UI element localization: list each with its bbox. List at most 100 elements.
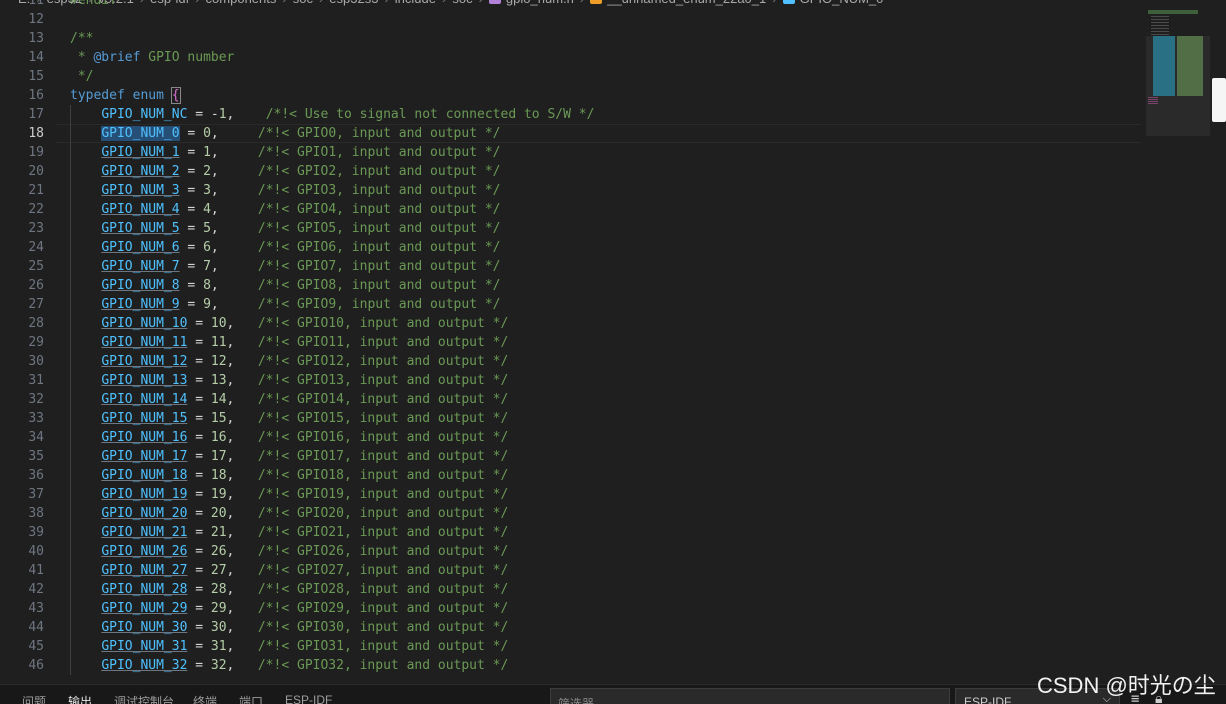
minimap-line [1151,31,1169,32]
code-line[interactable]: GPIO_NUM_15 = 15, /*!< GPIO15, input and… [70,409,508,428]
code-line[interactable]: GPIO_NUM_5 = 5, /*!< GPIO5, input and ou… [70,219,500,238]
tab-debug-console[interactable]: 调试控制台 [114,693,174,704]
code-token: , [210,240,258,255]
breadcrumb-item[interactable]: E: [18,0,30,6]
code-comment: /*!< Use to signal not connected to S/W … [265,107,595,122]
enum-member: GPIO_NUM_29 [101,601,188,616]
code-token: , [226,373,258,388]
line-number: 36 [28,468,44,483]
output-filter-input[interactable]: 筛选器 [550,688,950,704]
breadcrumb-item[interactable]: v5.2.1 [98,0,133,6]
code-token: 19 [210,487,227,502]
breadcrumb-item[interactable]: soc [452,0,472,6]
code-line[interactable]: GPIO_NUM_28 = 28, /*!< GPIO28, input and… [70,580,508,599]
code-line[interactable]: GPIO_NUM_2 = 2, /*!< GPIO2, input and ou… [70,162,500,181]
code-line[interactable]: * @brief GPIO number [70,48,235,67]
code-line[interactable]: typedef enum { [70,86,181,105]
breadcrumb-item[interactable]: soc [293,0,313,6]
code-line[interactable]: /** [70,29,93,48]
code-token: 17 [210,449,227,464]
breadcrumb-item[interactable]: esp-idf [150,0,189,6]
code-line[interactable]: GPIO_NUM_30 = 30, /*!< GPIO30, input and… [70,618,508,637]
code-line[interactable]: GPIO_NUM_13 = 13, /*!< GPIO13, input and… [70,371,508,390]
code-token: , [210,202,258,217]
enum-member: GPIO_NUM_30 [101,620,188,635]
line-number: 41 [28,563,44,578]
code-token: 15 [210,411,227,426]
enum-member: GPIO_NUM_31 [101,639,188,654]
code-line[interactable]: GPIO_NUM_4 = 4, /*!< GPIO4, input and ou… [70,200,500,219]
breadcrumb-item[interactable]: __unnamed_enum_22a0_1 [607,0,766,6]
code-line[interactable]: GPIO_NUM_27 = 27, /*!< GPIO27, input and… [70,561,508,580]
tab-problems[interactable]: 问题 [22,693,46,704]
code-line[interactable]: GPIO_NUM_1 = 1, /*!< GPIO1, input and ou… [70,143,500,162]
breadcrumb-item[interactable]: esp32 [47,0,82,6]
code-editor[interactable]: 11 12 13 14 15 16 17 18 19 20 21 22 23 24 25 26 27 28 29 30… [0,0,1145,684]
code-line[interactable]: */ [70,67,94,86]
code-line[interactable]: GPIO_NUM_9 = 9, /*!< GPIO9, input and ou… [70,295,500,314]
code-line[interactable]: GPIO_NUM_19 = 19, /*!< GPIO19, input and… [70,485,508,504]
breadcrumb-item[interactable]: GPIO_NUM_0 [800,0,884,6]
code-line[interactable]: GPIO_NUM_21 = 21, /*!< GPIO21, input and… [70,523,508,542]
code-line[interactable]: GPIO_NUM_11 = 11, /*!< GPIO11, input and… [70,333,508,352]
code-line[interactable]: GPIO_NUM_10 = 10, /*!< GPIO10, input and… [70,314,508,333]
code-line[interactable]: GPIO_NUM_8 = 8, /*!< GPIO8, input and ou… [70,276,500,295]
enum-member: GPIO_NUM_5 [101,221,180,236]
breadcrumb[interactable]: E: › esp32 › v5.2.1 › esp-idf › components › soc › e… [0,0,1140,9]
enum-member: GPIO_NUM_0 [101,126,180,141]
code-token: = [179,164,204,179]
code-line[interactable]: GPIO_NUM_3 = 3, /*!< GPIO3, input and ou… [70,181,500,200]
tab-output[interactable]: 输出 [68,693,92,704]
code-token: 1 [218,107,227,122]
code-comment: /** [70,31,94,46]
enum-member: GPIO_NUM_6 [101,240,180,255]
code-token: , [226,601,258,616]
code-token: , [226,506,258,521]
enum-member: GPIO_NUM_12 [101,354,188,369]
code-token: 10 [210,316,227,331]
minimap-slider[interactable] [1146,36,1210,136]
code-token: = [187,316,211,331]
code-line[interactable]: GPIO_NUM_NC = -1, /*!< Use to signal not… [70,105,594,124]
code-token: 14 [210,392,227,407]
breadcrumb-item[interactable]: gpio_num.h [506,0,574,6]
code-token: 8 [203,278,211,293]
line-number: 34 [28,430,44,445]
breadcrumb-item[interactable]: include [395,0,436,6]
enum-member: GPIO_NUM_18 [101,468,188,483]
code-token: = [187,620,211,635]
code-token: , [226,658,258,673]
code-line[interactable]: GPIO_NUM_32 = 32, /*!< GPIO32, input and… [70,656,508,675]
code-line[interactable]: GPIO_NUM_14 = 14, /*!< GPIO14, input and… [70,390,508,409]
code-token: = [179,259,204,274]
tab-esp-idf[interactable]: ESP-IDF [285,693,332,704]
code-line[interactable]: GPIO_NUM_16 = 16, /*!< GPIO16, input and… [70,428,508,447]
enum-member: GPIO_NUM_NC [101,107,188,122]
code-line[interactable]: GPIO_NUM_12 = 12, /*!< GPIO12, input and… [70,352,508,371]
code-line[interactable]: GPIO_NUM_31 = 31, /*!< GPIO31, input and… [70,637,508,656]
code-line[interactable]: GPIO_NUM_29 = 29, /*!< GPIO29, input and… [70,599,508,618]
code-line[interactable]: GPIO_NUM_0 = 0, /*!< GPIO0, input and ou… [70,124,501,143]
code-line[interactable]: GPIO_NUM_18 = 18, /*!< GPIO18, input and… [70,466,508,485]
breadcrumb-item[interactable]: components [206,0,277,6]
code-line[interactable]: GPIO_NUM_6 = 6, /*!< GPIO6, input and ou… [70,238,500,257]
code-token: = [187,411,211,426]
code-token: 21 [210,525,227,540]
breadcrumb-item[interactable]: esp32s3 [329,0,378,6]
code-line[interactable]: GPIO_NUM_26 = 26, /*!< GPIO26, input and… [70,542,508,561]
scrollbar-thumb[interactable] [1212,78,1226,122]
tab-ports[interactable]: 端口 [239,693,263,704]
code-line[interactable]: GPIO_NUM_17 = 17, /*!< GPIO17, input and… [70,447,508,466]
breadcrumb-separator: › [88,0,92,6]
code-line[interactable]: GPIO_NUM_20 = 20, /*!< GPIO20, input and… [70,504,508,523]
code-token: , [226,582,258,597]
code-token: = [179,240,204,255]
code-comment: /*!< GPIO10, input and output */ [257,316,509,331]
tab-terminal[interactable]: 终端 [193,693,217,704]
code-line[interactable]: GPIO_NUM_7 = 7, /*!< GPIO7, input and ou… [70,257,500,276]
